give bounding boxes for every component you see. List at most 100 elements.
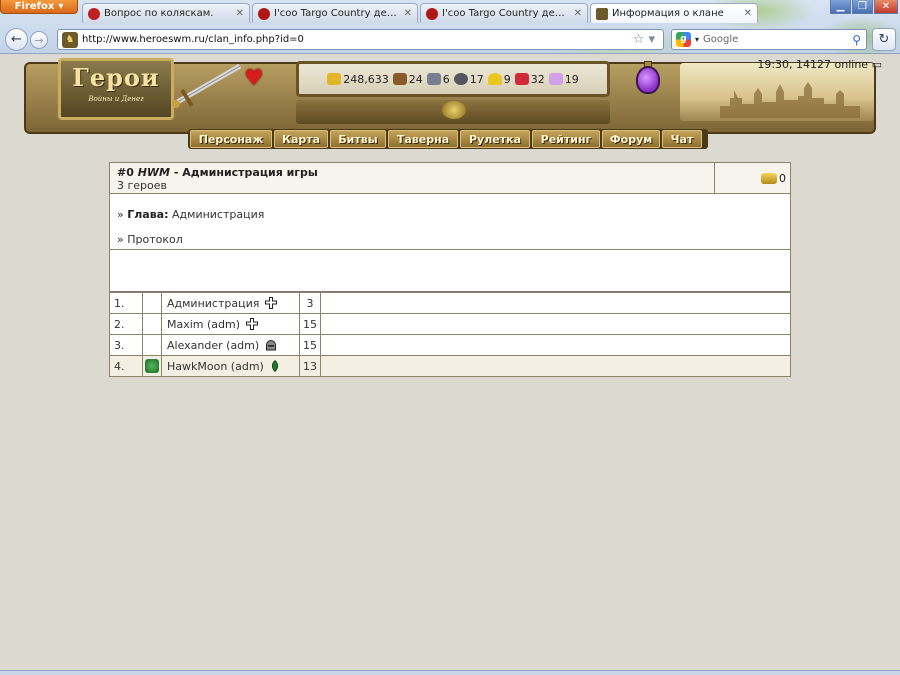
member-level: 15	[299, 334, 321, 356]
menu-item-roulette[interactable]: Рулетка	[460, 130, 530, 148]
clan-title: #0 HWM - Администрация игры	[117, 166, 714, 179]
wood-icon	[392, 73, 407, 85]
time-online-status: 19:30, 14127 online ▭	[757, 58, 882, 71]
ornament-gem-icon	[442, 101, 466, 119]
tab-2[interactable]: I'coo Targo Country детская... ✕	[420, 3, 588, 23]
resource-value: 24	[408, 72, 423, 86]
menu-item-tavern[interactable]: Таверна	[388, 130, 458, 148]
tab-3-active[interactable]: Информация о клане ✕	[590, 3, 758, 23]
resource-mercury: 17	[453, 72, 484, 86]
member-level: 3	[299, 292, 321, 314]
menu-item-battles[interactable]: Битвы	[330, 130, 386, 148]
menu-item-chat[interactable]: Чат	[662, 130, 702, 148]
clan-number: #0	[117, 166, 134, 179]
cross-faction-icon	[245, 317, 258, 330]
gems-icon	[548, 73, 563, 85]
castle-icon	[720, 82, 860, 118]
time-online-text: 19:30, 14127 online	[757, 58, 869, 71]
tab-favicon-icon	[596, 7, 608, 20]
back-button[interactable]: ←	[5, 28, 28, 51]
menu-item-character[interactable]: Персонаж	[190, 130, 272, 148]
site-favicon-icon: ♞	[62, 31, 78, 48]
member-name-cell: HawkMoon (adm)	[161, 355, 300, 377]
table-row: 3. Alexander (adm) 15	[109, 334, 791, 356]
member-name-cell: Администрация	[161, 292, 300, 314]
resource-value: 248,633	[343, 72, 389, 86]
resource-value: 17	[469, 72, 484, 86]
member-number: 1.	[109, 292, 143, 314]
clan-tag: HWM	[137, 166, 171, 179]
close-icon[interactable]: ✕	[744, 8, 752, 19]
clan-header: #0 HWM - Администрация игры 3 героев 0	[110, 163, 790, 194]
close-icon[interactable]: ✕	[574, 8, 582, 19]
clan-member-count: 3 героев	[117, 179, 168, 192]
game-menu: Персонаж Карта Битвы Таверна Рулетка Рей…	[188, 129, 708, 149]
tab-1[interactable]: I'coo Targo Country детская... ✕	[252, 3, 418, 23]
resource-value: 19	[564, 72, 579, 86]
sword-icon	[172, 63, 242, 108]
member-name-cell: Alexander (adm)	[161, 334, 300, 356]
close-window-button[interactable]: ✕	[874, 0, 898, 14]
cross-faction-icon	[264, 296, 277, 309]
online-list-icon[interactable]: ▭	[872, 58, 882, 71]
tab-label: Вопрос по коляскам.	[104, 8, 214, 19]
clan-gold-value: 0	[779, 171, 786, 185]
helmet-faction-icon	[265, 339, 276, 350]
search-bar[interactable]: g ▾ Google ⚲	[671, 29, 867, 50]
member-avatar-cell	[142, 355, 162, 377]
leaf-faction-icon	[272, 359, 279, 372]
tab-label: I'coo Targo Country детская...	[274, 8, 400, 19]
crystals-icon	[514, 73, 529, 85]
gold-icon	[327, 73, 342, 85]
firefox-menu-button[interactable]: Firefox ▾	[0, 0, 78, 14]
member-name-link[interactable]: HawkMoon (adm)	[167, 360, 264, 373]
tab-favicon-icon	[258, 7, 270, 20]
bookmark-star-icon[interactable]: ☆ ▾	[633, 32, 655, 47]
resource-value: 32	[530, 72, 545, 86]
mercury-icon	[453, 73, 468, 85]
tab-favicon-icon	[88, 7, 100, 20]
member-name-link[interactable]: Maxim (adm)	[167, 318, 240, 331]
close-icon[interactable]: ✕	[236, 8, 244, 19]
member-number: 3.	[109, 334, 143, 356]
url-bar[interactable]: ♞ http://www.heroeswm.ru/clan_info.php?i…	[57, 29, 664, 50]
game-logo[interactable]: Герои Войны и Денег	[58, 58, 174, 120]
member-name-link[interactable]: Alexander (adm)	[167, 339, 259, 352]
clan-members-table: 1. Администрация 3 2. Maxim (adm) 15 3. …	[109, 292, 791, 377]
bullet-icon: »	[117, 208, 128, 221]
reload-icon: ↻	[878, 32, 890, 47]
clan-head-line: » Глава: Администрация	[117, 208, 790, 233]
clan-head-link[interactable]: Администрация	[172, 208, 264, 221]
bullet-icon: »	[117, 233, 128, 246]
url-text[interactable]: http://www.heroeswm.ru/clan_info.php?id=…	[82, 34, 633, 45]
mana-potion-icon[interactable]	[636, 66, 660, 94]
clan-protocol-link[interactable]: Протокол	[127, 233, 183, 246]
minimize-button[interactable]: ▁	[830, 0, 851, 14]
member-extra-cell	[320, 355, 791, 377]
browser-status-bar	[0, 670, 900, 675]
reload-button[interactable]: ↻	[872, 28, 896, 51]
browser-chrome: Firefox ▾ Вопрос по коляскам. ✕ I'coo Ta…	[0, 0, 900, 54]
resource-value: 9	[503, 72, 511, 86]
member-name-link[interactable]: Администрация	[167, 297, 259, 310]
chevron-down-icon: ▾	[58, 1, 64, 12]
forward-button[interactable]: →	[30, 31, 48, 49]
arrow-left-icon: ←	[11, 32, 22, 47]
google-icon[interactable]: g	[676, 32, 691, 47]
clan-title-cell: #0 HWM - Администрация игры 3 героев	[110, 163, 714, 193]
tab-0[interactable]: Вопрос по коляскам. ✕	[82, 3, 250, 23]
menu-item-rating[interactable]: Рейтинг	[532, 130, 600, 148]
search-input[interactable]: Google	[703, 34, 852, 45]
member-name-cell: Maxim (adm)	[161, 313, 300, 335]
menu-item-map[interactable]: Карта	[274, 130, 328, 148]
resource-crystals: 32	[514, 72, 545, 86]
firefox-label: Firefox	[14, 1, 55, 12]
search-icon[interactable]: ⚲	[852, 33, 861, 47]
menu-item-forum[interactable]: Форум	[602, 130, 660, 148]
health-heart-icon[interactable]: ♥	[244, 66, 264, 91]
member-level: 15	[299, 313, 321, 335]
chevron-down-icon[interactable]: ▾	[695, 35, 699, 44]
close-icon[interactable]: ✕	[404, 8, 412, 19]
member-avatar-cell	[142, 334, 162, 356]
maximize-button[interactable]: ❐	[852, 0, 873, 14]
